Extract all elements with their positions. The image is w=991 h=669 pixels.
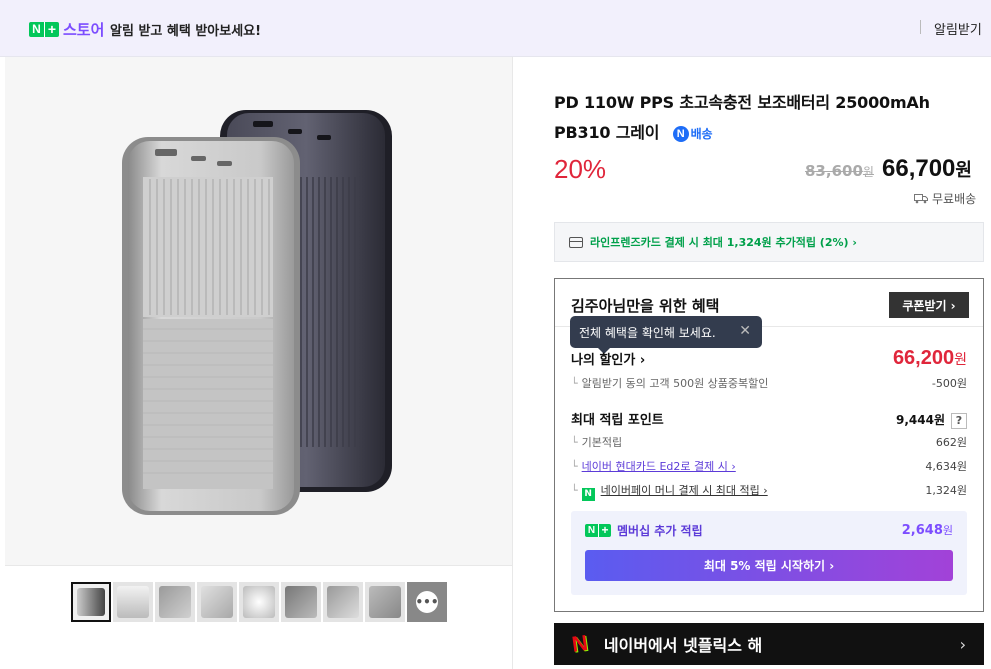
npay-label: └ N 네이버페이 머니 결제 시 최대 적립 › [571,482,768,501]
membership-label: 멤버십 추가 적립 [617,524,703,538]
thumbnail-8[interactable] [365,582,405,622]
shipping-info: 무료배송 [914,190,976,207]
npay-row: └ N 네이버페이 머니 결제 시 최대 적립 › 1,324원 [571,482,967,501]
nplus-membership-icon: N + [585,524,611,537]
chat-bubble-icon: ••• [416,591,439,613]
banner-divider [920,20,921,34]
hyundai-card-link[interactable]: 네이버 현대카드 Ed2로 결제 시 › [582,460,736,473]
discount-rate: 20% [554,154,607,184]
npay-link[interactable]: 네이버페이 머니 결제 시 최대 적립 › [601,484,768,497]
help-icon[interactable]: ? [951,413,967,429]
product-title: PD 110W PPS 초고속충전 보조배터리 25000mAh PB310 그… [554,88,979,149]
thumbnail-image [201,586,233,618]
card-promo-link[interactable]: 라인프렌즈카드 결제 시 최대 1,324원 추가적립 (2%) › [554,222,984,262]
coupon-button[interactable]: 쿠폰받기 › [889,292,969,318]
branch-icon: └ [571,377,578,390]
thumbnail-1[interactable] [71,582,111,622]
n-delivery-badge: N 배송 [672,119,713,149]
thumbnail-3[interactable] [155,582,195,622]
power-bank-illustration [122,110,392,515]
thumbnail-image [159,586,191,618]
membership-title: N + 멤버십 추가 적립 [585,522,703,539]
max-points-group: 9,444원? [896,411,967,429]
original-price-value: 83,600 [805,162,863,180]
my-price: 66,200원 [893,347,967,370]
notification-banner: N + 스토어 알림 받고 혜택 받아보세요! 알림받기 [0,0,991,57]
thumbnail-image [285,586,317,618]
original-price-unit: 원 [862,165,874,179]
branch-icon: └ [571,460,578,473]
npay-value: 1,324원 [925,484,967,497]
basic-points-value: 662원 [935,436,967,449]
n-delivery-icon: N [672,125,689,142]
plus-letter: + [44,22,59,37]
netflix-logo: N [570,630,590,657]
benefit-tooltip: 전체 혜택을 확인해 보세요. ✕ [570,316,762,354]
thumbnail-image [369,586,401,618]
max-points-row: 최대 적립 포인트 9,444원? [571,409,967,429]
discount-detail-label: └ 알림받기 동의 고객 500원 상품중복할인 [571,375,768,391]
thumbnail-image [117,586,149,618]
benefit-panel: 김주아님만을 위한 혜택 쿠폰받기 › 전체 혜택을 확인해 보세요. ✕ 나의… [554,278,984,612]
npay-icon: N [581,488,595,501]
netflix-promo-text: 네이버에서 넷플릭스 해 [603,636,763,655]
benefit-header: 김주아님만을 위한 혜택 [571,297,720,315]
thumbnail-2[interactable] [113,582,153,622]
thumbnail-6[interactable] [281,582,321,622]
hyundai-card-value: 4,634원 [925,460,967,473]
branch-icon: └ [571,436,578,449]
max-points-value: 9,444원 [896,413,945,427]
branch-icon: └ [571,484,578,497]
hyundai-card-row: └ 네이버 현대카드 Ed2로 결제 시 › 4,634원 [571,458,967,474]
thumbnail-4[interactable] [197,582,237,622]
close-icon[interactable]: ✕ [739,323,751,339]
membership-start-button[interactable]: 최대 5% 적립 시작하기 › [585,550,953,581]
credit-card-icon [569,236,583,248]
discount-detail-value: -500원 [931,377,967,390]
sale-price-value: 66,700 [882,155,956,182]
membership-value-amount: 2,648 [901,523,943,538]
hyundai-card-label: └ 네이버 현대카드 Ed2로 결제 시 › [571,458,736,474]
plus-letter: + [598,524,611,537]
basic-points-label: └ 기본적립 [571,434,622,450]
n-letter: N [29,22,44,37]
thumbnail-strip: ••• [5,565,513,669]
my-price-link[interactable]: 나의 할인가 › [571,349,645,368]
nplus-badge-icon: N + [29,22,59,37]
max-points-label: 최대 적립 포인트 [571,413,664,428]
thumbnail-7[interactable] [323,582,363,622]
chevron-right-icon: › [959,635,966,654]
product-main-image[interactable] [5,57,513,565]
membership-box: N + 멤버십 추가 적립 2,648원 최대 5% 적립 시작하기 › [571,511,967,595]
alarm-subscribe-link[interactable]: 알림받기 [934,19,982,38]
truck-icon [914,194,928,204]
original-price: 83,600원 [805,162,874,180]
n-letter: N [585,524,598,537]
shipping-label: 무료배송 [932,192,977,206]
thumbnail-image [327,586,359,618]
sale-price-unit: 원 [955,160,972,180]
membership-value: 2,648원 [902,522,953,538]
my-price-value: 66,200 [892,347,955,369]
thumbnail-image [77,588,105,616]
my-price-unit: 원 [954,351,967,367]
thumbnail-image [243,586,275,618]
basic-points-text: 기본적립 [581,436,623,449]
membership-value-unit: 원 [942,524,953,537]
my-price-row: 나의 할인가 › 66,200원 [571,347,967,370]
banner-message: 알림 받고 혜택 받아보세요! [110,24,262,39]
product-title-text: PD 110W PPS 초고속충전 보조배터리 25000mAh PB310 그… [554,93,930,142]
card-promo-text: 라인프렌즈카드 결제 시 최대 1,324원 추가적립 (2%) › [590,236,857,249]
nplus-store-logo[interactable]: N + 스토어 [29,19,104,40]
discount-detail-row: └ 알림받기 동의 고객 500원 상품중복할인 -500원 [571,375,967,391]
sale-price: 66,700원 [882,155,972,183]
thumbnail-video-chat[interactable]: ••• [407,582,447,622]
thumbnail-5[interactable] [239,582,279,622]
store-label: 스토어 [63,21,105,39]
netflix-promo-banner[interactable]: N 네이버에서 넷플릭스 해 › [554,623,984,665]
basic-points-row: └ 기본적립 662원 [571,434,967,450]
tooltip-text: 전체 혜택을 확인해 보세요. [579,325,716,340]
n-delivery-label: 배송 [690,126,713,141]
discount-detail-text: 알림받기 동의 고객 500원 상품중복할인 [581,377,769,390]
